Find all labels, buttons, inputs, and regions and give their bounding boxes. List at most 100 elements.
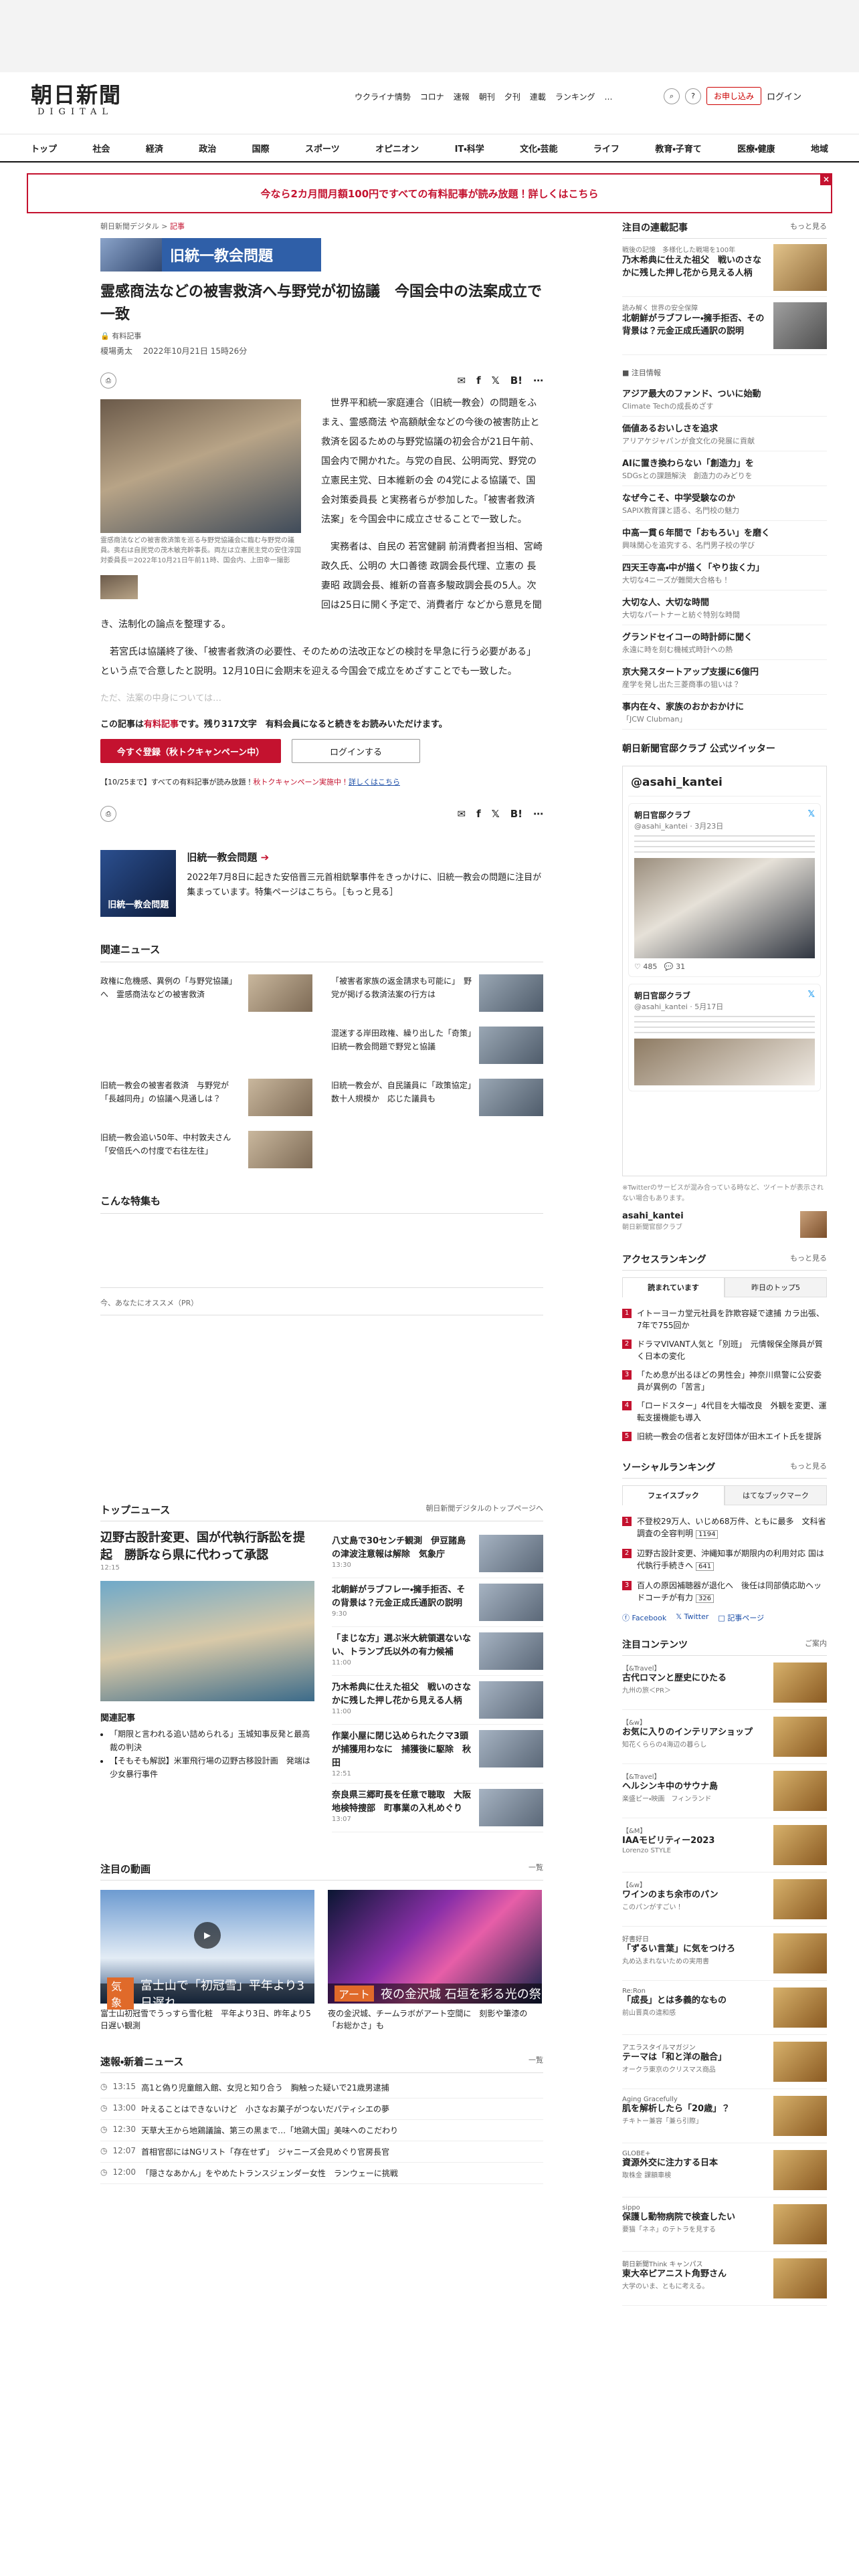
site-logo[interactable]: 朝日新聞 DIGITAL [31, 83, 122, 117]
related-item[interactable]: 政権に危機感、異例の「与野党協議」へ 霊感商法などの被害救済 [100, 974, 312, 1012]
breaking-item[interactable]: ◷ 13:00 叶えることはできないけど 小さなお菓子がつないだパティシエの夢 [100, 2099, 543, 2120]
top-news-item[interactable]: 八丈島で30センチ観測 伊豆諸島の津波注意報は解除 気象庁 13:30 [332, 1529, 543, 1578]
content-item[interactable]: sippo 保護し動物病院で検査したい 要猫「ネネ」のテトラを見する [622, 2197, 827, 2252]
notice-item[interactable]: なぜ今こそ、中学受験なのか SAPIX教育課と語る、名門校の魅力 [622, 486, 827, 521]
cat-region[interactable]: 地域 [811, 142, 828, 154]
help-icon[interactable]: ? [685, 88, 701, 104]
lead-image[interactable] [100, 1581, 314, 1701]
heart-icon[interactable]: ♡ [634, 962, 641, 971]
login-button[interactable]: ログインする [292, 739, 420, 763]
crumb-article[interactable]: 記事 [170, 222, 185, 231]
related-item[interactable]: 「被害者家族の返金請求も可能に」 野党が掲げる救済法案の行方は [331, 974, 543, 1012]
tab-read[interactable]: 読まれています [622, 1277, 725, 1297]
nav-series[interactable]: 連載 [530, 91, 546, 102]
cat-society[interactable]: 社会 [92, 142, 110, 154]
ranking-item[interactable]: 1 不登校29万人、いじめ68万件、ともに最多 文科省調査の全容判明 1194 [622, 1512, 827, 1544]
notice-item[interactable]: アジア最大のファンド、ついに始動 Climate Techの成長めざす [622, 382, 827, 417]
x-logo-icon[interactable]: 𝕏 [808, 809, 815, 819]
campaign-banner[interactable]: 今なら2カ月間月額100円ですべての有料記事が読み放題！詳しくはこちら × [27, 173, 832, 213]
content-item[interactable]: 【&M】 IAAモビリティー2023 Lorenzo STYLE [622, 1818, 827, 1872]
lead-headline[interactable]: 辺野古設計変更、国が代執行訴訟を提起 勝訴なら県に代わって承認 [100, 1529, 314, 1564]
top-news-item[interactable]: 奈良県三郷町長を任意で聴取 大阪地検特捜部 町事業の入札めぐり 13:07 [332, 1784, 543, 1832]
notice-item[interactable]: AIに置き換わらない「創造力」を SDGsとの課題解決 創造力のみどりを [622, 451, 827, 486]
login-link[interactable]: ログイン [767, 90, 801, 102]
tweet-card[interactable]: 𝕏 朝日官邸クラブ @asahi_kantei · 3月23日 ♡ 485 💬 … [628, 803, 821, 977]
nav-ukraine[interactable]: ウクライナ情勢 [355, 91, 411, 102]
cat-sports[interactable]: スポーツ [305, 142, 340, 154]
cat-education[interactable]: 教育・子育て [655, 142, 701, 154]
top-news-item[interactable]: 乃木希典に仕えた祖父 戦いのさなかに残した押し花から見える人柄 11:00 [332, 1676, 543, 1725]
nav-more[interactable]: … [604, 92, 612, 102]
tab-hatena[interactable]: はてなブックマーク [725, 1485, 827, 1505]
notice-link[interactable]: 詳しくはこちら [349, 778, 400, 786]
related-item[interactable]: 旧統一教会追い50年、中村敦夫さん「安倍氏への忖度で右往左往」 [100, 1131, 312, 1168]
content-item[interactable]: 朝日新聞Think キャンパス 東大卒ピアニスト角野さん 大学のいま、ともに考える。 [622, 2252, 827, 2306]
notice-item[interactable]: 四天王寺高・中が描く「やり抜く力」 大切な4ニーズが難関大合格も！ [622, 556, 827, 591]
ranking-item[interactable]: 3 「ため息が出るほどの男性会」神奈川県警に公安委員が異例の「苦言」 [622, 1366, 827, 1396]
notice-item[interactable]: 京大発スタートアップ支援に6億円 産学を発し出た三菱商事の狙いは？ [622, 660, 827, 695]
notice-item[interactable]: 大切な人、大切な時間 大切なパートナーと紡ぐ特別な時間 [622, 591, 827, 625]
cat-culture[interactable]: 文化・芸能 [520, 142, 557, 154]
facebook-link[interactable]: ⓕ Facebook [622, 1612, 666, 1623]
twitter-account[interactable]: asahi_kantei 朝日新聞官邸クラブ [622, 1211, 827, 1238]
related-item[interactable]: 旧統一教会の被害者救済 与野党が「長越同舟」の協議へ見通しは？ [100, 1079, 312, 1116]
ranking-item[interactable]: 3 百人の原因補聴器が退化へ 後任は同部債応助ヘッドコーチが有力 326 [622, 1576, 827, 1608]
cat-international[interactable]: 国際 [252, 142, 270, 154]
mail-icon[interactable]: ✉ [458, 808, 466, 820]
content-more[interactable]: ご案内 [805, 1638, 827, 1651]
nav-evening[interactable]: 夕刊 [504, 91, 520, 102]
notice-item[interactable]: 事内在々、家族のおかおかけに 「JCW Clubman」 [622, 695, 827, 730]
hatena-icon[interactable]: B! [510, 374, 522, 387]
facebook-icon[interactable]: f [476, 808, 481, 820]
series-sidebar-item[interactable]: 戦後の記憶 多様化した戦場を100年 乃木希典に仕えた祖父 戦いのさなかに残した押… [622, 239, 827, 297]
x-logo-icon[interactable]: 𝕏 [808, 990, 815, 1000]
nav-corona[interactable]: コロナ [420, 91, 444, 102]
play-icon[interactable]: ▶ [194, 1922, 221, 1949]
ranking-item[interactable]: 2 辺野古設計変更、沖縄知事が期限内の利用対応 国は代執行手続きへ 641 [622, 1544, 827, 1576]
ranking-item[interactable]: 4 「ロードスター」4代目を大幅改良 外観を変更、運転支援機能も導入 [622, 1396, 827, 1427]
content-item[interactable]: Re:Ron 「成長」とは多義的なもの 前山晋真の違和感 [622, 1981, 827, 2035]
social-ranking-more[interactable]: もっと見る [790, 1461, 827, 1474]
cat-it-science[interactable]: IT・科学 [455, 142, 484, 154]
access-ranking-more[interactable]: もっと見る [790, 1253, 827, 1266]
lead-related-item[interactable]: 「期限と言われる追い詰められる」玉城知事反発と最高裁の判決 [110, 1727, 314, 1754]
notice-item[interactable]: 中高一貫６年間で「おもろい」を磨く 興味関心を追究する、名門男子校の学び [622, 521, 827, 556]
nav-morning[interactable]: 朝刊 [479, 91, 495, 102]
tweet-photo[interactable] [634, 858, 815, 958]
series-sidebar-item[interactable]: 読み解く 世界の安全保障 北朝鮮がラブフレー・擁手拒否、その背景は？元金正成氏通訳… [622, 297, 827, 355]
cat-politics[interactable]: 政治 [199, 142, 216, 154]
video-item[interactable]: ▶ 気象 富士山で「初冠雪」平年より3日遅れ 富士山初冠雪でうっすら雪化粧 平年よ… [100, 1890, 314, 2032]
facebook-icon[interactable]: f [476, 374, 481, 387]
ranking-item[interactable]: 1 イトーヨーカ堂元社員を詐欺容疑で逮捕 カラ出張、7年で755回か [622, 1304, 827, 1335]
cat-life[interactable]: ライフ [593, 142, 619, 154]
cat-economy[interactable]: 経済 [146, 142, 163, 154]
content-item[interactable]: 【&w】 ワインのまち余市のパン このパンがすごい！ [622, 1872, 827, 1927]
tab-yesterday[interactable]: 昨日のトップ5 [725, 1277, 827, 1297]
content-item[interactable]: アエラスタイルマガジン テーマは「和と洋の融合」 オークラ東京のクリスマス商品 [622, 2035, 827, 2089]
print-icon[interactable]: ⎙ [100, 372, 116, 389]
top-news-item[interactable]: 「まじな方」選ぶ米大統領選ないない、トランプ氏以外の有力候補 11:00 [332, 1627, 543, 1676]
breaking-item[interactable]: ◷ 12:30 天草大王から地鶏議論、第三の黒まで…「地鶏大国」美味へのこだわり [100, 2120, 543, 2141]
content-item[interactable]: Aging Gracefully 肌を解析したら「20歳」？ チキトー兼容「兼ら引際… [622, 2089, 827, 2143]
apply-button[interactable]: お申し込み [706, 87, 762, 105]
ranking-item[interactable]: 2 ドラマVIVANT人気と「別班」 元情報保全隊員が質く日本の変化 [622, 1335, 827, 1366]
related-item[interactable]: 旧統一教会が、自民議員に「政策協定」 数十人規模か 応じた議員も [331, 1079, 543, 1116]
top-news-item[interactable]: 北朝鮮がラブフレー・擁手拒否、その背景は？元金正成氏通訳の説明 9:30 [332, 1578, 543, 1627]
author[interactable]: 榎場勇太 [100, 346, 132, 356]
twitter-icon[interactable]: 𝕏 [492, 374, 500, 387]
photo-image[interactable] [100, 399, 301, 533]
breaking-item[interactable]: ◷ 12:07 首相官邸にはNGリスト「存在せず」 ジャニーズ会見めぐり官房長官 [100, 2141, 543, 2163]
tweet-card[interactable]: 𝕏 朝日官邸クラブ @asahi_kantei · 5月17日 [628, 984, 821, 1091]
top-news-item[interactable]: 作業小屋に閉じ込められたクマ3頭が捕獲用わなに 捕獲後に駆除 秋田 12:51 [332, 1725, 543, 1784]
series-promo[interactable]: 旧統一教会問題 旧統一教会問題 ➔ 2022年7月8日に起きた安倍晋三元首相銃撃… [100, 850, 543, 917]
close-icon[interactable]: × [820, 173, 832, 185]
notice-item[interactable]: 価値あるおいしさを追求 アリアケジャパンが食文化の発展に貢献 [622, 417, 827, 451]
mail-icon[interactable]: ✉ [458, 374, 466, 387]
content-item[interactable]: 【&Travel】 ヘルシンキ中のサウナ島 楽盛ピー・映画 フィンランド [622, 1764, 827, 1818]
cat-top[interactable]: トップ [31, 142, 57, 154]
cat-health[interactable]: 医療・健康 [737, 142, 775, 154]
twitter-link[interactable]: 𝕏 Twitter [676, 1612, 708, 1623]
reply-icon[interactable]: 💬 [664, 962, 674, 971]
breaking-more-link[interactable]: 一覧 [529, 2054, 543, 2068]
breaking-item[interactable]: ◷ 13:15 高1と偽り児童館入館、女児と知り合う 胸触った疑いで21歳男逮捕 [100, 2077, 543, 2099]
